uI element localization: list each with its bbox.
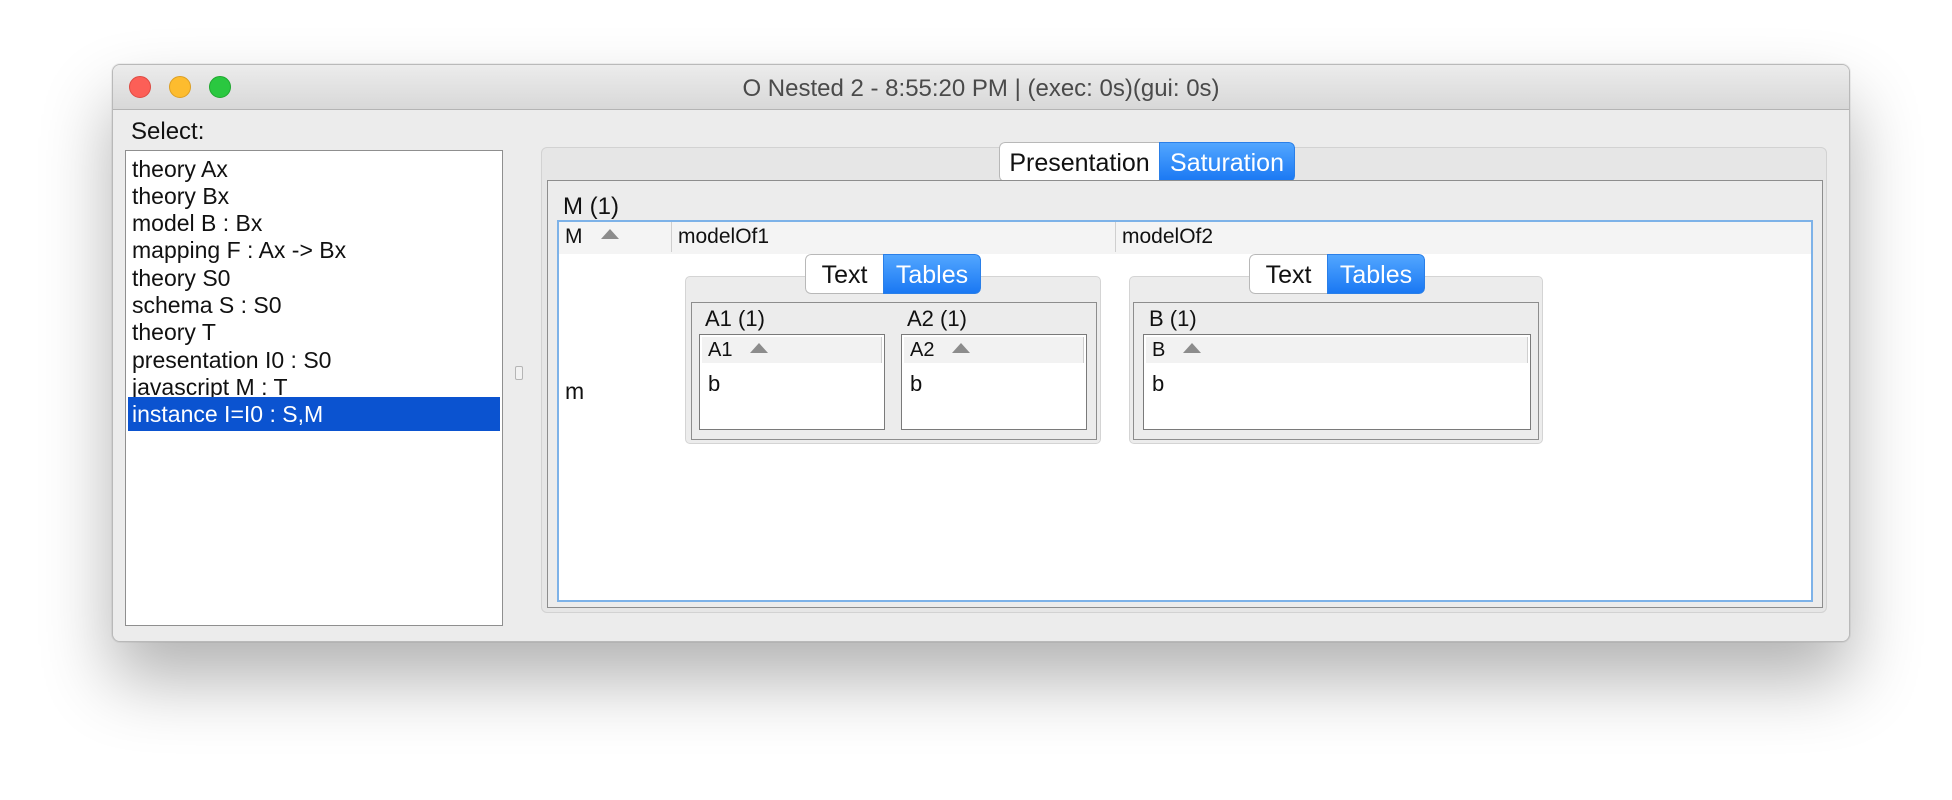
tab-text[interactable]: Text: [1249, 254, 1327, 294]
view-mode-tabs: Presentation Saturation: [999, 142, 1295, 182]
title-bar[interactable]: O Nested 2 - 8:55:20 PM | (exec: 0s)(gui…: [113, 65, 1849, 110]
a2-table[interactable]: A2 b: [901, 334, 1087, 430]
a1-column-header[interactable]: A1: [702, 337, 882, 363]
tab-saturation[interactable]: Saturation: [1159, 142, 1295, 182]
modelof1-view-tabs: Text Tables: [805, 254, 981, 294]
split-pane-divider[interactable]: [515, 366, 523, 380]
tab-tables[interactable]: Tables: [883, 254, 981, 294]
window-content: Select: theory Ax theory Bx model B : Bx…: [113, 110, 1849, 641]
table-cell[interactable]: b: [708, 371, 720, 397]
a2-column-label: A2: [910, 339, 935, 361]
a1-column-label: A1: [708, 339, 733, 361]
model-box-title: M (1): [563, 193, 619, 220]
sort-ascending-icon: [750, 342, 769, 353]
modelof2-view-tabs: Text Tables: [1249, 254, 1425, 294]
list-item-selected[interactable]: instance I=I0 : S,M: [128, 397, 500, 431]
b-column-label: B: [1152, 339, 1166, 361]
column-header-modelof1[interactable]: modelOf1: [671, 222, 1115, 252]
a2-title: A2 (1): [907, 306, 967, 331]
a1-table[interactable]: A1 b: [699, 334, 885, 430]
tab-presentation[interactable]: Presentation: [999, 142, 1159, 182]
column-header-modelof2[interactable]: modelOf2: [1115, 222, 1559, 252]
tab-tables[interactable]: Tables: [1327, 254, 1425, 294]
column-header-m[interactable]: M: [559, 222, 671, 252]
sort-ascending-icon: [1183, 342, 1202, 353]
tab-text[interactable]: Text: [805, 254, 883, 294]
table-cell[interactable]: b: [1152, 371, 1164, 397]
b-title: B (1): [1149, 306, 1197, 331]
app-window: O Nested 2 - 8:55:20 PM | (exec: 0s)(gui…: [112, 64, 1850, 642]
sort-ascending-icon: [600, 229, 619, 240]
a2-column-header[interactable]: A2: [904, 337, 1084, 363]
definition-list[interactable]: theory Ax theory Bx model B : Bx mapping…: [125, 150, 503, 626]
table-cell[interactable]: b: [910, 371, 922, 397]
column-header-label: M: [565, 225, 583, 248]
sort-ascending-icon: [952, 342, 971, 353]
table-header: M modelOf1 modelOf2: [559, 222, 1811, 254]
model-table[interactable]: M modelOf1 modelOf2 m Text Tables A1 (1)…: [557, 220, 1813, 602]
row-label: m: [565, 378, 585, 404]
b-table[interactable]: B b: [1143, 334, 1531, 430]
select-label: Select:: [131, 118, 205, 145]
b-column-header[interactable]: B: [1146, 337, 1528, 363]
window-title: O Nested 2 - 8:55:20 PM | (exec: 0s)(gui…: [742, 75, 1220, 102]
a1-title: A1 (1): [705, 306, 765, 331]
